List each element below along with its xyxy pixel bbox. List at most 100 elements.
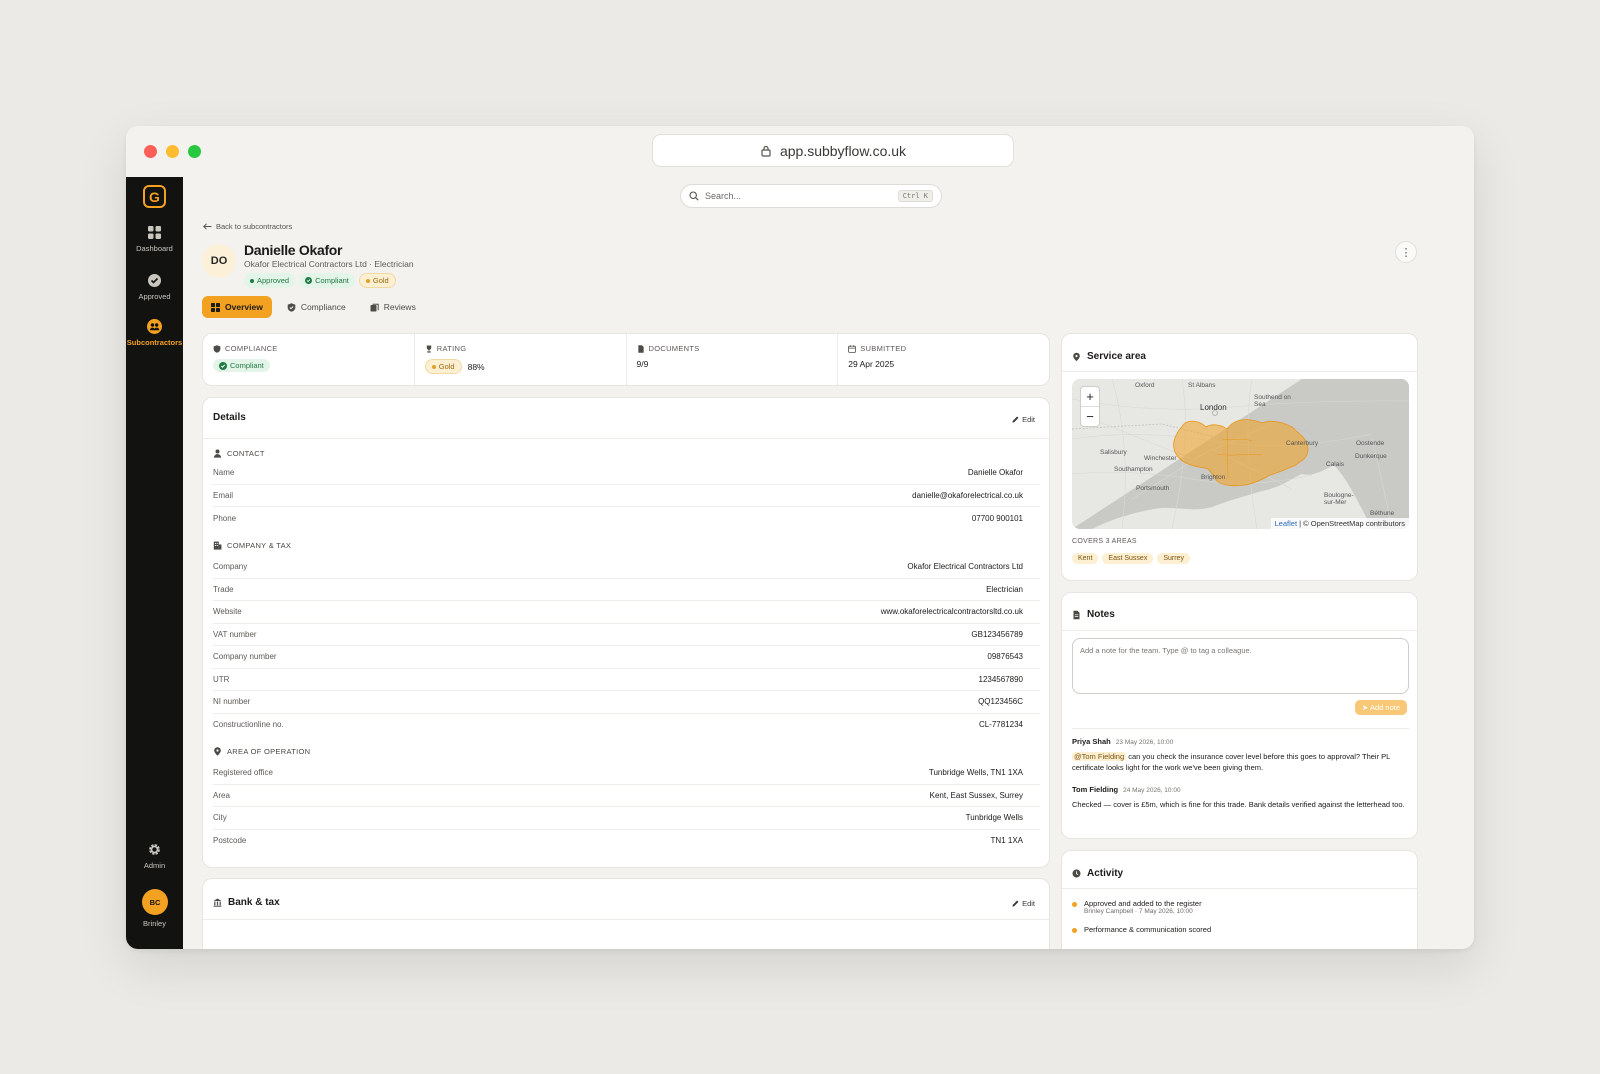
- stat-compliance: COMPLIANCE Compliant: [203, 334, 415, 385]
- pencil-icon: [1012, 900, 1019, 907]
- notes-card: Notes Add a note for the team. Type @ to…: [1061, 592, 1418, 839]
- reviews-icon: [370, 303, 379, 311]
- sidebar-item-dashboard[interactable]: Dashboard: [126, 225, 183, 253]
- shield-icon: [213, 344, 221, 353]
- note-time: 24 May 2026, 10:00: [1123, 787, 1181, 794]
- map-label-canterbury: Canterbury: [1286, 440, 1319, 447]
- area-section-label: AREA OF OPERATION: [213, 747, 310, 756]
- map-label-winchester: Winchester: [1144, 455, 1177, 462]
- search-placeholder: Search...: [705, 191, 742, 201]
- contact-section-label: CONTACT: [213, 449, 265, 458]
- zoom-out-button[interactable]: −: [1081, 407, 1099, 426]
- detail-row: Email danielle@okaforelectrical.co.uk: [213, 485, 1040, 507]
- edit-bank-button[interactable]: Edit: [1012, 899, 1035, 908]
- details-title: Details: [213, 412, 246, 423]
- map-label-oostende: Oostende: [1356, 440, 1385, 447]
- shield-icon: [287, 302, 296, 312]
- leaflet-link[interactable]: Leaflet: [1275, 519, 1298, 528]
- map-label-st-albans: St Albans: [1188, 382, 1216, 389]
- grid-icon: [211, 302, 220, 312]
- sidebar-item-approved[interactable]: Approved: [126, 273, 183, 301]
- user-name: Brinley: [143, 919, 166, 928]
- area-chip: Kent: [1072, 553, 1099, 564]
- note-text: Checked — cover is £5m, which is fine fo…: [1072, 800, 1405, 809]
- detail-row: UTR 1234567890: [213, 669, 1040, 691]
- activity-item: Approved and added to the register Brinl…: [1072, 899, 1202, 915]
- add-note-button[interactable]: ➤ Add note: [1355, 700, 1407, 715]
- minimize-window-button[interactable]: [166, 145, 179, 158]
- edit-details-button[interactable]: Edit: [1012, 415, 1035, 424]
- page-title: Danielle Okafor: [244, 242, 343, 258]
- area-chips: Kent East Sussex Surrey: [1072, 553, 1190, 564]
- pencil-icon: [1012, 416, 1019, 423]
- tab-reviews[interactable]: Reviews: [361, 296, 425, 318]
- search-shortcut: Ctrl K: [897, 190, 933, 202]
- user-avatar[interactable]: BC: [142, 889, 168, 915]
- gear-icon: [149, 844, 160, 855]
- sidebar-item-label: Approved: [138, 292, 171, 301]
- grid-icon: [148, 226, 161, 239]
- activity-meta: Brinley Campbell · 7 May 2026, 10:00: [1084, 908, 1193, 915]
- calendar-icon: [848, 344, 857, 353]
- address-bar[interactable]: app.subbyflow.co.uk: [652, 134, 1014, 167]
- tab-compliance[interactable]: Compliance: [278, 296, 355, 318]
- activity-item: Performance & communication scored: [1072, 925, 1211, 934]
- sidebar: G Dashboard Approved Subcontractors Admi…: [126, 177, 183, 949]
- detail-row: Company number 09876543: [213, 646, 1040, 669]
- sidebar-item-subcontractors[interactable]: Subcontractors: [126, 319, 183, 347]
- area-chip: East Sussex: [1102, 553, 1154, 564]
- bank-tax-title: Bank & tax: [203, 879, 1049, 908]
- map-pin-icon: [1073, 352, 1080, 361]
- company-trade-line: Okafor Electrical Contractors Ltd · Elec…: [244, 259, 414, 269]
- check-circle-icon: [219, 361, 227, 370]
- check-circle-icon: [148, 274, 161, 287]
- detail-row: Name Danielle Okafor: [213, 462, 1040, 485]
- back-link[interactable]: Back to subcontractors: [203, 222, 292, 231]
- send-icon: ➤: [1362, 703, 1369, 712]
- map-label-southampton: Southampton: [1114, 466, 1153, 473]
- detail-row: City Tunbridge Wells: [213, 807, 1040, 830]
- service-area-title: Service area: [1062, 334, 1417, 362]
- zoom-in-button[interactable]: +: [1081, 387, 1099, 407]
- note-item: Tom Fielding 24 May 2026, 10:00 Checked —…: [1072, 784, 1409, 810]
- search-input[interactable]: Search... Ctrl K: [680, 184, 942, 208]
- activity-title: Activity: [1062, 851, 1417, 879]
- more-options-button[interactable]: ⋮: [1395, 241, 1417, 263]
- tab-overview[interactable]: Overview: [202, 296, 272, 318]
- arrow-left-icon: [203, 223, 212, 230]
- map-pin-icon: [214, 747, 221, 756]
- note-textarea[interactable]: Add a note for the team. Type @ to tag a…: [1072, 638, 1409, 694]
- close-window-button[interactable]: [144, 145, 157, 158]
- detail-row: NI number QQ123456C: [213, 691, 1040, 714]
- map-label-salisbury: Salisbury: [1100, 449, 1127, 456]
- maximize-window-button[interactable]: [188, 145, 201, 158]
- detail-row: VAT number GB123456789: [213, 624, 1040, 646]
- sidebar-item-admin[interactable]: Admin: [126, 842, 183, 870]
- back-link-label: Back to subcontractors: [216, 222, 293, 231]
- map-label-boulogne: Boulogne-sur-Mer: [1324, 492, 1354, 506]
- area-chip: Surrey: [1157, 553, 1190, 564]
- profile-avatar: DO: [202, 244, 236, 278]
- map-zoom-controls: + −: [1080, 386, 1100, 427]
- map-label-dunkerque: Dunkerque: [1355, 453, 1387, 460]
- app-logo[interactable]: G: [143, 185, 166, 208]
- compliant-badge: Compliant: [213, 359, 270, 372]
- map-label-portsmouth: Portsmouth: [1136, 485, 1170, 492]
- company-section-label: COMPANY & TAX: [213, 541, 291, 550]
- detail-row: Company Okafor Electrical Contractors Ltd: [213, 556, 1040, 579]
- submitted-value: 29 Apr 2025: [848, 359, 895, 369]
- stats-card: COMPLIANCE Compliant RATING Gold 88% DOCU…: [202, 333, 1050, 386]
- activity-card: Activity Approved and added to the regis…: [1061, 850, 1418, 949]
- compliant-badge: Compliant: [299, 273, 355, 288]
- map-label-southend: Southend on Sea: [1254, 394, 1291, 408]
- lock-icon: [761, 145, 771, 157]
- gold-badge: Gold: [358, 273, 396, 288]
- map-label-calais: Calais: [1326, 461, 1345, 468]
- sidebar-item-label: Dashboard: [136, 244, 173, 253]
- rating-percent: 88%: [467, 361, 485, 372]
- trophy-icon: [426, 344, 431, 353]
- note-mention[interactable]: @Tom Fielding: [1072, 752, 1127, 761]
- title-bar: app.subbyflow.co.uk: [126, 126, 1474, 177]
- service-area-map[interactable]: Oxford St Albans London Southend on Sea …: [1072, 379, 1409, 529]
- gold-badge: Gold: [424, 359, 462, 374]
